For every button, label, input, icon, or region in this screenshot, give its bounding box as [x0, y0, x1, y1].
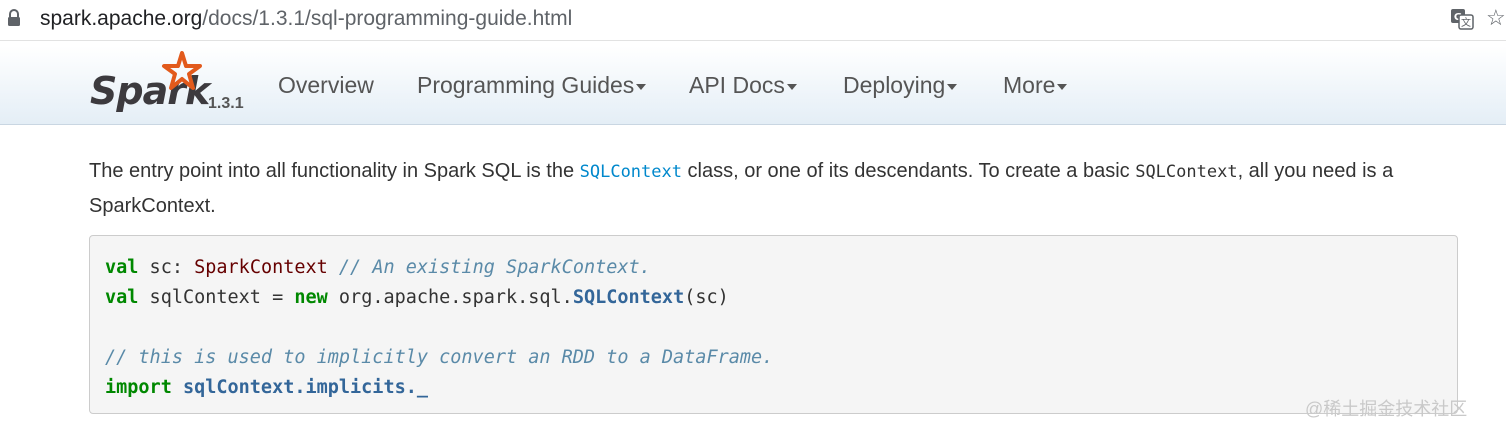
- nav-deploying[interactable]: Deploying: [843, 71, 958, 99]
- nav-deploying-label: Deploying: [843, 72, 946, 98]
- nav-programming-guides-label: Programming Guides: [417, 72, 635, 98]
- code-keyword: val: [105, 257, 139, 278]
- caret-down-icon: [947, 83, 958, 90]
- bookmark-star-icon[interactable]: ☆: [1486, 6, 1506, 30]
- code-block: val sc: SparkContext // An existing Spar…: [89, 235, 1458, 414]
- sqlcontext-code: SQLContext: [1135, 162, 1238, 182]
- code-comment: // An existing SparkContext.: [327, 257, 651, 278]
- nav-programming-guides[interactable]: Programming Guides: [417, 71, 647, 99]
- browser-address-bar[interactable]: spark.apache.org/docs/1.3.1/sql-programm…: [0, 0, 1506, 41]
- code-text: org.apache.spark.sql.: [327, 287, 573, 308]
- version-label: 1.3.1: [208, 95, 244, 112]
- nav-api-docs[interactable]: API Docs: [689, 71, 797, 99]
- code-text: (sc): [684, 287, 729, 308]
- url-path: /docs/1.3.1/sql-programming-guide.html: [202, 7, 573, 30]
- code-comment: // this is used to implicitly convert an…: [105, 347, 774, 368]
- watermark: @稀土掘金技术社区: [1305, 399, 1468, 419]
- caret-down-icon: [786, 83, 797, 90]
- site-navbar: Spark 1.3.1 Overview Programming Guides …: [0, 46, 1506, 125]
- sqlcontext-link[interactable]: SQLContext: [580, 162, 682, 182]
- svg-text:文: 文: [1461, 16, 1471, 29]
- code-keyword: import: [105, 377, 172, 398]
- code-text: sc:: [138, 257, 195, 278]
- caret-down-icon: [1057, 83, 1068, 90]
- code-keyword: new: [294, 287, 328, 308]
- url-domain: spark.apache.org: [40, 7, 203, 30]
- code-type: SparkContext: [194, 257, 328, 278]
- nav-overview[interactable]: Overview: [278, 71, 374, 99]
- code-listing: val sc: SparkContext // An existing Spar…: [105, 253, 773, 403]
- code-import-path: sqlContext.implicits._: [171, 377, 429, 398]
- spark-logo[interactable]: Spark 1.3.1: [90, 51, 250, 121]
- intro-paragraph: The entry point into all functionality i…: [89, 154, 1469, 223]
- spark-star-icon: [162, 51, 202, 90]
- para-text-2: class, or one of its descendants. To cre…: [681, 160, 1136, 182]
- url-text[interactable]: spark.apache.org/docs/1.3.1/sql-programm…: [40, 7, 572, 31]
- code-text: sqlContext =: [138, 287, 295, 308]
- lock-icon[interactable]: [7, 9, 21, 27]
- caret-down-icon: [636, 83, 647, 90]
- nav-more-label: More: [1003, 72, 1056, 98]
- translate-icon[interactable]: G 文: [1450, 8, 1474, 30]
- nav-overview-label: Overview: [278, 72, 374, 98]
- nav-more[interactable]: More: [1003, 71, 1068, 99]
- code-keyword: val: [105, 287, 139, 308]
- nav-api-docs-label: API Docs: [689, 72, 785, 98]
- para-text-1: The entry point into all functionality i…: [89, 160, 580, 182]
- code-class: SQLContext: [572, 287, 685, 308]
